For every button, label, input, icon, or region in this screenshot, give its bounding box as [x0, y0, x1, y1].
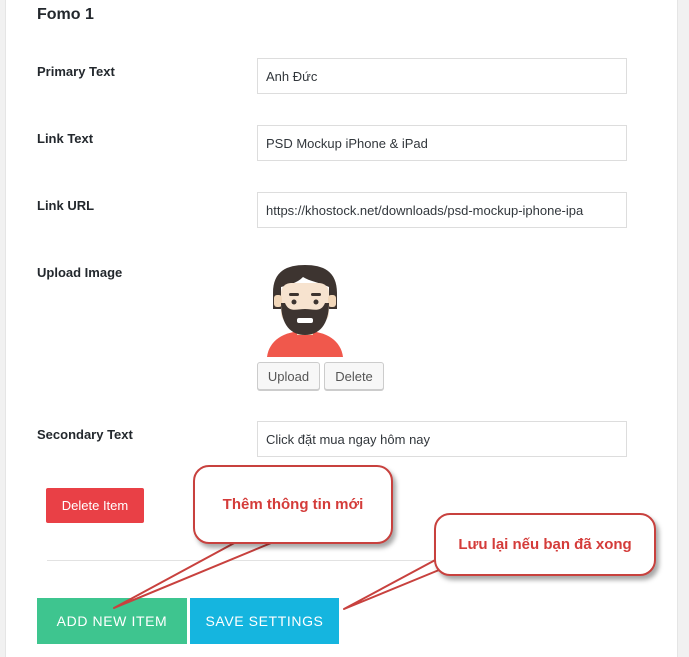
secondary-text-label: Secondary Text: [37, 427, 133, 442]
left-edge: [0, 0, 6, 657]
right-edge: [677, 0, 689, 657]
callout-add-new-info: Thêm thông tin mới: [193, 465, 393, 544]
callout-save-when-done: Lưu lại nếu bạn đã xong: [434, 513, 656, 576]
link-text-input[interactable]: [257, 125, 627, 161]
save-settings-button[interactable]: SAVE SETTINGS: [190, 598, 339, 644]
section-title: Fomo 1: [37, 6, 94, 23]
link-text-label: Link Text: [37, 131, 94, 146]
add-new-item-button[interactable]: ADD NEW ITEM: [37, 598, 187, 644]
primary-text-label: Primary Text: [37, 64, 115, 79]
secondary-text-input[interactable]: [257, 421, 627, 457]
callout-save-pointer: [343, 557, 440, 610]
primary-text-input[interactable]: [257, 58, 627, 94]
upload-image-label: Upload Image: [37, 265, 123, 280]
upload-button[interactable]: Upload: [257, 362, 320, 390]
delete-item-button[interactable]: Delete Item: [46, 488, 144, 523]
delete-image-button[interactable]: Delete: [324, 362, 384, 390]
link-url-label: Link URL: [37, 198, 95, 213]
link-url-input[interactable]: [257, 192, 627, 228]
bearded-man-avatar-icon: [267, 265, 343, 357]
